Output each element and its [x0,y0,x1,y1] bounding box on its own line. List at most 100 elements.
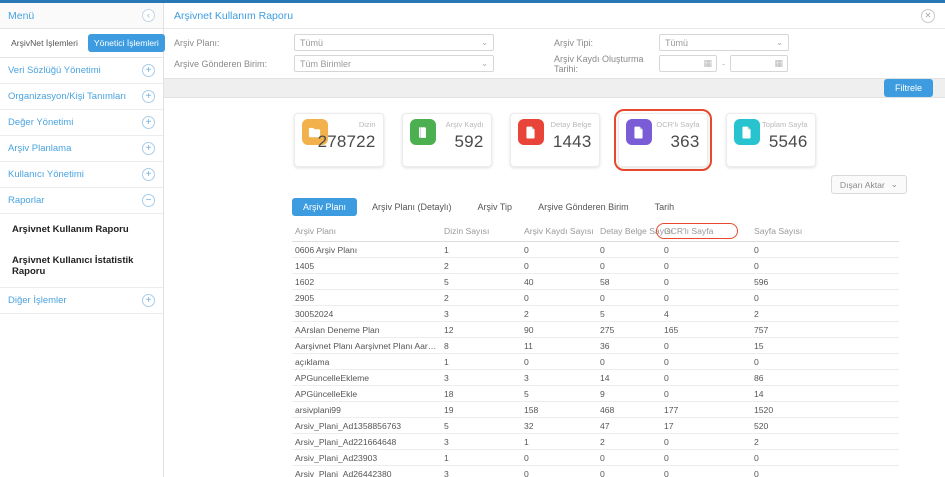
filter-area: Arşiv Planı: Tümü ⌄ Arşive Gönderen Biri… [164,29,945,78]
table-cell: 0 [524,290,600,306]
report-table: Arşiv PlanıDizin SayısıArşiv Kaydı Sayıs… [292,221,899,477]
table-cell: 1405 [292,258,444,274]
table-cell: 0 [754,290,899,306]
stat-card-label: Dizin [359,120,376,129]
table-row[interactable]: Arsiv_Plani_Ad22166464831202 [292,434,899,450]
table-row[interactable]: 290520000 [292,290,899,306]
stat-card-label: Detay Belge [551,120,592,129]
table-cell: 3 [444,466,524,477]
table-cell: 2 [444,290,524,306]
collapse-icon[interactable]: − [142,194,155,207]
table-cell: 12 [444,322,524,338]
table-cell: 2905 [292,290,444,306]
close-icon[interactable]: ✕ [921,9,935,23]
table-cell: arsivplani99 [292,402,444,418]
sidebar-item-label: Organizasyon/Kişi Tanımları [8,91,126,102]
table-cell: 0 [524,354,600,370]
sidebar-submenu: Arşivnet Kullanım RaporuArşivnet Kullanı… [0,214,163,288]
sidebar-header: Menü ‹ [0,3,163,29]
table-row[interactable]: 1602540580596 [292,274,899,290]
table-cell: 2 [444,258,524,274]
filter-button[interactable]: Filtrele [884,79,933,97]
expand-icon[interactable]: + [142,64,155,77]
table-cell: 0 [664,370,754,386]
arsiv-plani-select[interactable]: Tümü ⌄ [294,34,494,51]
report-tab-4[interactable]: Tarih [644,198,686,216]
table-cell: 0 [664,242,754,258]
column-header-3[interactable]: Detay Belge Sayısı [600,221,664,242]
expand-icon[interactable]: + [142,168,155,181]
table-cell: 17 [664,418,754,434]
table-row[interactable]: APGuncelleEkleme3314086 [292,370,899,386]
table-row[interactable]: Arsiv_Plani_Ad2390310000 [292,450,899,466]
report-tab-3[interactable]: Arşive Gönderen Birim [527,198,640,216]
table-row[interactable]: APGüncelleEkle1859014 [292,386,899,402]
table-row[interactable]: arsivplani99191584681771520 [292,402,899,418]
page-title: Arşivnet Kullanım Raporu [174,10,293,22]
sidebar-menu: Veri Sözlüğü Yönetimi+Organizasyon/Kişi … [0,58,163,314]
table-cell: 40 [524,274,600,290]
stat-card-value: 363 [671,132,700,152]
sidebar-collapse-icon[interactable]: ‹ [142,9,155,22]
table-cell: 5 [524,386,600,402]
document-icon [518,119,544,145]
table-cell: 19 [444,402,524,418]
gonderen-birim-select[interactable]: Tüm Birimler ⌄ [294,55,494,72]
column-header-2[interactable]: Arşiv Kaydı Sayısı [524,221,600,242]
table-row[interactable]: 140520000 [292,258,899,274]
column-header-4[interactable]: OCR'lı Sayfa [664,221,754,242]
table-cell: 30052024 [292,306,444,322]
sidebar-item-0[interactable]: Veri Sözlüğü Yönetimi+ [0,58,163,84]
calendar-icon: ▦ [703,58,712,69]
sidebar-tab-1[interactable]: Yönetici İşlemleri [88,34,165,52]
chevron-down-icon: ⌄ [481,38,488,47]
sidebar-title: Menü [8,10,34,22]
sidebar-item-2[interactable]: Değer Yönetimi+ [0,110,163,136]
table-cell: 165 [664,322,754,338]
arsiv-tipi-value: Tümü [665,38,688,48]
expand-icon[interactable]: + [142,116,155,129]
expand-icon[interactable]: + [142,142,155,155]
expand-icon[interactable]: + [142,294,155,307]
column-header-0[interactable]: Arşiv Planı [292,221,444,242]
stat-card-label: OCR'lı Sayfa [656,120,699,129]
table-cell: 5 [444,274,524,290]
sidebar-item-4[interactable]: Kullanıcı Yönetimi+ [0,162,163,188]
sidebar-subitem-0[interactable]: Arşivnet Kullanım Raporu [0,214,163,245]
stat-card-value: 1443 [553,132,592,152]
table-cell: 90 [524,322,600,338]
table-cell: 0 [524,450,600,466]
sidebar-item-3[interactable]: Arşiv Planlama+ [0,136,163,162]
sidebar-item-1[interactable]: Organizasyon/Kişi Tanımları + [0,84,163,110]
stat-card-1: Arşiv Kaydı592 [402,113,492,167]
arsiv-plani-label: Arşiv Planı: [174,38,294,48]
stat-card-wrap-1: Arşiv Kaydı592 [398,109,496,171]
table-row[interactable]: AArslan Deneme Plan1290275165757 [292,322,899,338]
export-button[interactable]: Dışarı Aktar ⌄ [831,175,907,194]
report-tab-2[interactable]: Arşiv Tip [467,198,524,216]
table-row[interactable]: 3005202432542 [292,306,899,322]
table-cell: 5 [600,306,664,322]
table-cell: APGüncelleEkle [292,386,444,402]
table-row[interactable]: Arsiv_Plani_Ad2644238030000 [292,466,899,477]
column-header-1[interactable]: Dizin Sayısı [444,221,524,242]
table-row[interactable]: açıklama10000 [292,354,899,370]
sidebar-subitem-1[interactable]: Arşivnet Kullanıcı İstatistik Raporu [0,245,163,287]
sidebar-tab-0[interactable]: ArşivNet İşlemleri [5,34,84,52]
sidebar-item-5[interactable]: Raporlar− [0,188,163,214]
table-row[interactable]: Arsiv_Plani_Ad13588567635324717520 [292,418,899,434]
date-to-input[interactable]: ▦ [730,55,788,72]
arsiv-tipi-select[interactable]: Tümü ⌄ [659,34,789,51]
table-row[interactable]: Aarşivnet Planı Aarşivnet Planı Aarşivne… [292,338,899,354]
stat-card-3: OCR'lı Sayfa 363 [618,113,708,167]
table-cell: 3 [444,370,524,386]
column-header-5[interactable]: Sayfa Sayısı [754,221,899,242]
table-row[interactable]: 0606 Arşiv Planı10000 [292,242,899,258]
table-cell: Aarşivnet Planı Aarşivnet Planı Aarşivne… [292,338,444,354]
expand-icon[interactable]: + [142,90,155,103]
date-from-input[interactable]: ▦ [659,55,717,72]
report-tab-1[interactable]: Arşiv Planı (Detaylı) [361,198,463,216]
report-tab-0[interactable]: Arşiv Planı [292,198,357,216]
table-cell: 0 [664,290,754,306]
sidebar-item-footer[interactable]: Diğer İşlemler+ [0,288,163,314]
